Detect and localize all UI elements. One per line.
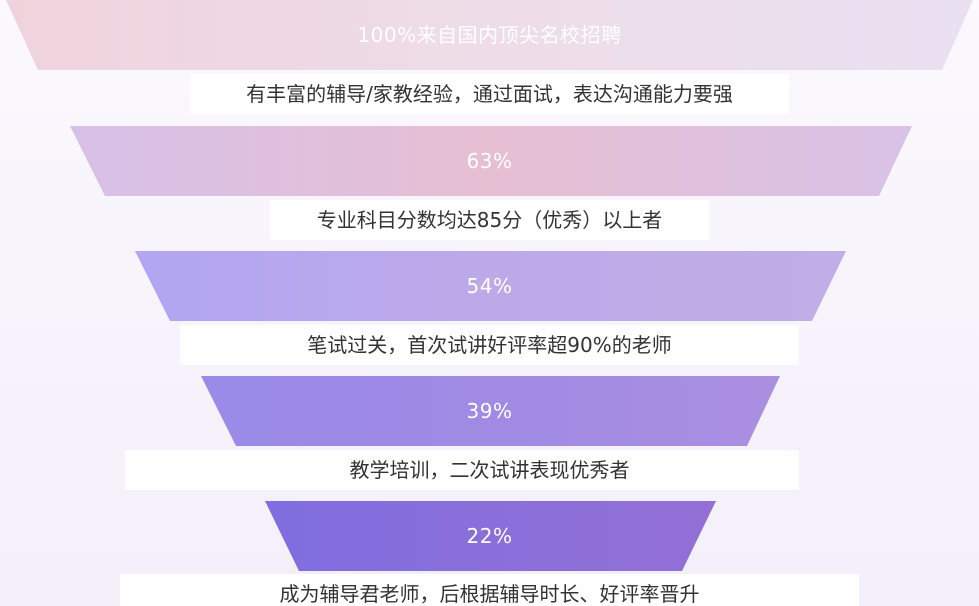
funnel-stage-1-description: 有丰富的辅导/家教经验，通过面试，表达沟通能力要强 xyxy=(0,70,979,118)
funnel-stage-2-label: 63% xyxy=(466,149,513,173)
recruitment-funnel: 100%来自国内顶尖名校招聘 有丰富的辅导/家教经验，通过面试，表达沟通能力要强… xyxy=(0,0,979,606)
funnel-stage-2-description: 专业科目分数均达85分（优秀）以上者 xyxy=(0,196,979,244)
funnel-stage-1-label: 100%来自国内顶尖名校招聘 xyxy=(357,23,622,47)
funnel-stage-5-description: 成为辅导君老师，后根据辅导时长、好评率晋升 xyxy=(0,570,979,606)
funnel-band-4: 39% xyxy=(0,376,979,446)
funnel-band-5: 22% xyxy=(0,501,979,571)
funnel-stage-5-label: 22% xyxy=(466,524,513,548)
funnel-stage-4-label: 39% xyxy=(466,399,513,423)
funnel-stage-3-label: 54% xyxy=(466,274,513,298)
funnel-stage-3-description: 笔试过关，首次试讲好评率超90%的老师 xyxy=(0,321,979,369)
funnel-band-3: 54% xyxy=(0,251,979,321)
funnel-band-1: 100%来自国内顶尖名校招聘 xyxy=(0,0,979,70)
funnel-stage-4-description: 教学培训，二次试讲表现优秀者 xyxy=(0,446,979,494)
funnel-band-2: 63% xyxy=(0,126,979,196)
